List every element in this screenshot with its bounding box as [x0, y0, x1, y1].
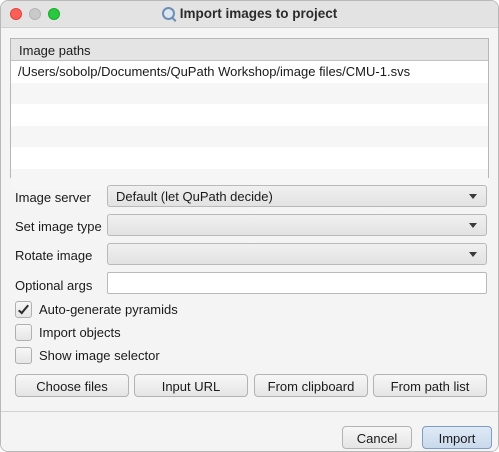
chevron-down-icon [469, 223, 477, 228]
table-row[interactable]: /Users/sobolp/Documents/QuPath Workshop/… [11, 61, 488, 83]
table-row[interactable] [11, 147, 488, 169]
show-image-selector-label[interactable]: Show image selector [39, 348, 160, 363]
image-server-value: Default (let QuPath decide) [116, 189, 273, 204]
table-header-image-paths[interactable]: Image paths [11, 39, 488, 61]
cancel-button[interactable]: Cancel [342, 426, 412, 449]
choose-files-button[interactable]: Choose files [15, 374, 129, 397]
image-paths-table[interactable]: Image paths /Users/sobolp/Documents/QuPa… [10, 38, 489, 190]
auto-generate-pyramids-checkbox[interactable] [15, 301, 32, 318]
import-dialog: Import images to project Image paths /Us… [0, 0, 499, 452]
show-image-selector-checkbox[interactable] [15, 347, 32, 364]
image-type-label: Set image type [15, 219, 102, 234]
optional-args-label: Optional args [15, 278, 93, 293]
rotate-image-label: Rotate image [15, 248, 93, 263]
image-type-select[interactable] [107, 214, 487, 236]
window-title-container: Import images to project [1, 6, 498, 21]
auto-generate-pyramids-label[interactable]: Auto-generate pyramids [39, 302, 178, 317]
import-objects-checkbox[interactable] [15, 324, 32, 341]
table-row[interactable] [11, 104, 488, 126]
input-url-button[interactable]: Input URL [134, 374, 248, 397]
from-clipboard-button[interactable]: From clipboard [254, 374, 368, 397]
optional-args-input[interactable] [107, 272, 487, 294]
checkmark-icon [18, 302, 29, 315]
table-row[interactable] [11, 125, 488, 147]
image-server-label: Image server [15, 190, 91, 205]
image-server-select[interactable]: Default (let QuPath decide) [107, 185, 487, 207]
footer-divider [1, 411, 498, 412]
window-title: Import images to project [179, 6, 338, 21]
import-objects-label[interactable]: Import objects [39, 325, 121, 340]
dialog-content: Image paths /Users/sobolp/Documents/QuPa… [1, 28, 498, 451]
title-bar: Import images to project [1, 1, 498, 28]
rotate-image-select[interactable] [107, 243, 487, 265]
chevron-down-icon [469, 194, 477, 199]
chevron-down-icon [469, 252, 477, 257]
search-icon [161, 7, 175, 20]
table-row[interactable] [11, 82, 488, 104]
from-path-list-button[interactable]: From path list [373, 374, 487, 397]
import-button[interactable]: Import [422, 426, 492, 449]
